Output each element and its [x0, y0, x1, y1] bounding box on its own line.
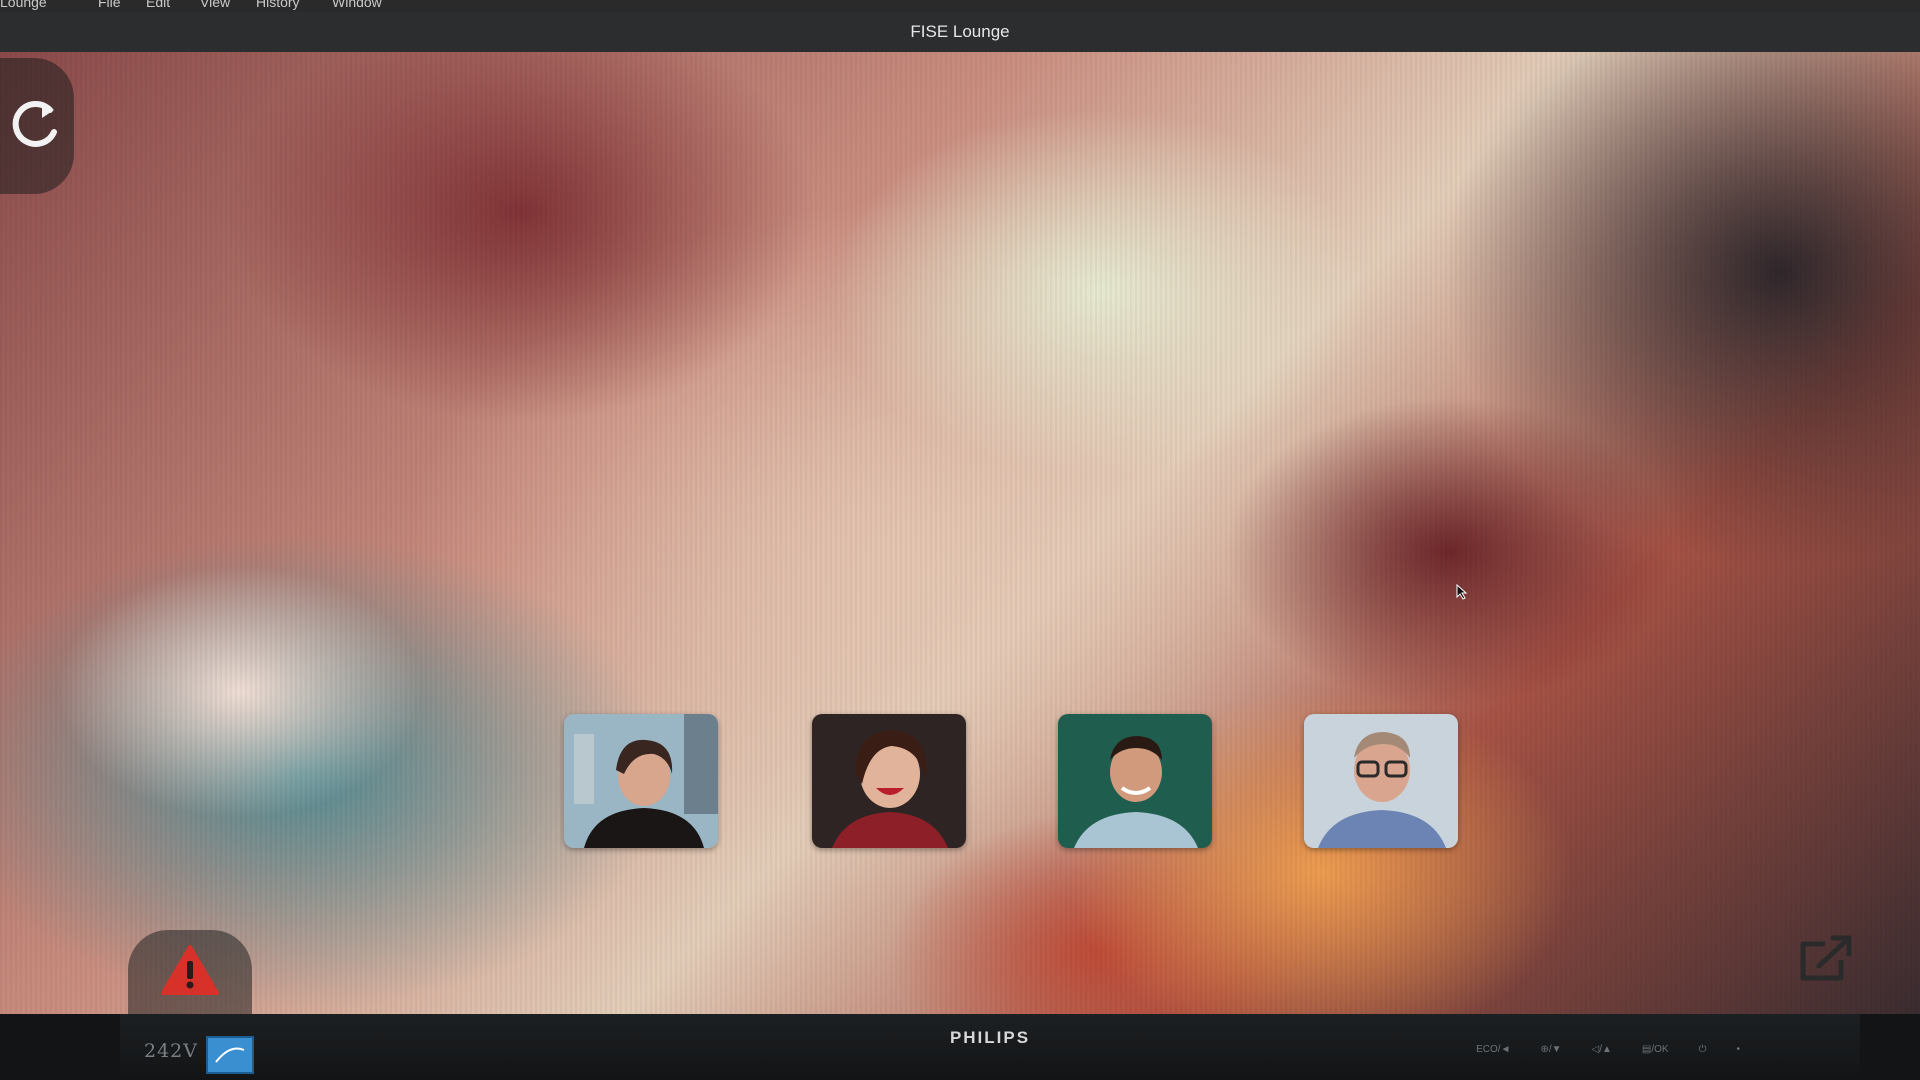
menu-app[interactable]: Lounge	[0, 0, 47, 10]
warning-button[interactable]	[128, 930, 252, 1014]
refresh-icon	[0, 96, 62, 157]
menu-edit[interactable]: Edit	[146, 0, 170, 10]
participant-tile-1[interactable]	[564, 714, 718, 848]
participant-tile-3[interactable]	[1058, 714, 1212, 848]
open-external-button[interactable]	[1790, 930, 1860, 990]
person-avatar-icon	[1058, 714, 1212, 848]
monitor-power-control[interactable]: ⏻	[1699, 1044, 1707, 1055]
participant-tile-4[interactable]	[1304, 714, 1458, 848]
monitor-control-3[interactable]: ◁/▲	[1592, 1044, 1612, 1055]
monitor-indicator: •	[1736, 1044, 1740, 1055]
monitor-bezel: 242V PHILIPS ECO/◄ ⊕/▼ ◁/▲ ▤/OK ⏻ •	[120, 1014, 1860, 1080]
participants-row	[564, 714, 1460, 854]
refresh-button[interactable]	[0, 58, 74, 194]
participant-tile-2[interactable]	[812, 714, 966, 848]
app-titlebar: FISE Lounge	[0, 12, 1920, 53]
lounge-wallpaper	[0, 52, 1920, 1014]
monitor-controls: ECO/◄ ⊕/▼ ◁/▲ ▤/OK ⏻ •	[1476, 1044, 1740, 1055]
menu-file[interactable]: File	[98, 0, 121, 10]
mouse-cursor-icon	[1456, 583, 1468, 605]
menu-view[interactable]: View	[200, 0, 230, 10]
warning-icon	[160, 944, 220, 1001]
window-title: FISE Lounge	[910, 22, 1010, 41]
person-avatar-icon	[564, 714, 718, 848]
menu-history[interactable]: History	[256, 0, 300, 10]
monitor-control-2[interactable]: ⊕/▼	[1540, 1044, 1561, 1055]
photo-scene: Lounge File Edit View History Window FIS…	[0, 0, 1920, 1080]
open-external-icon	[1795, 934, 1855, 987]
menu-window[interactable]: Window	[332, 0, 382, 10]
monitor-control-4[interactable]: ▤/OK	[1642, 1044, 1669, 1055]
menubar: Lounge File Edit View History Window	[0, 0, 1920, 12]
person-avatar-icon	[1304, 714, 1458, 848]
monitor-control-1[interactable]: ECO/◄	[1476, 1044, 1510, 1055]
person-avatar-icon	[812, 714, 966, 848]
